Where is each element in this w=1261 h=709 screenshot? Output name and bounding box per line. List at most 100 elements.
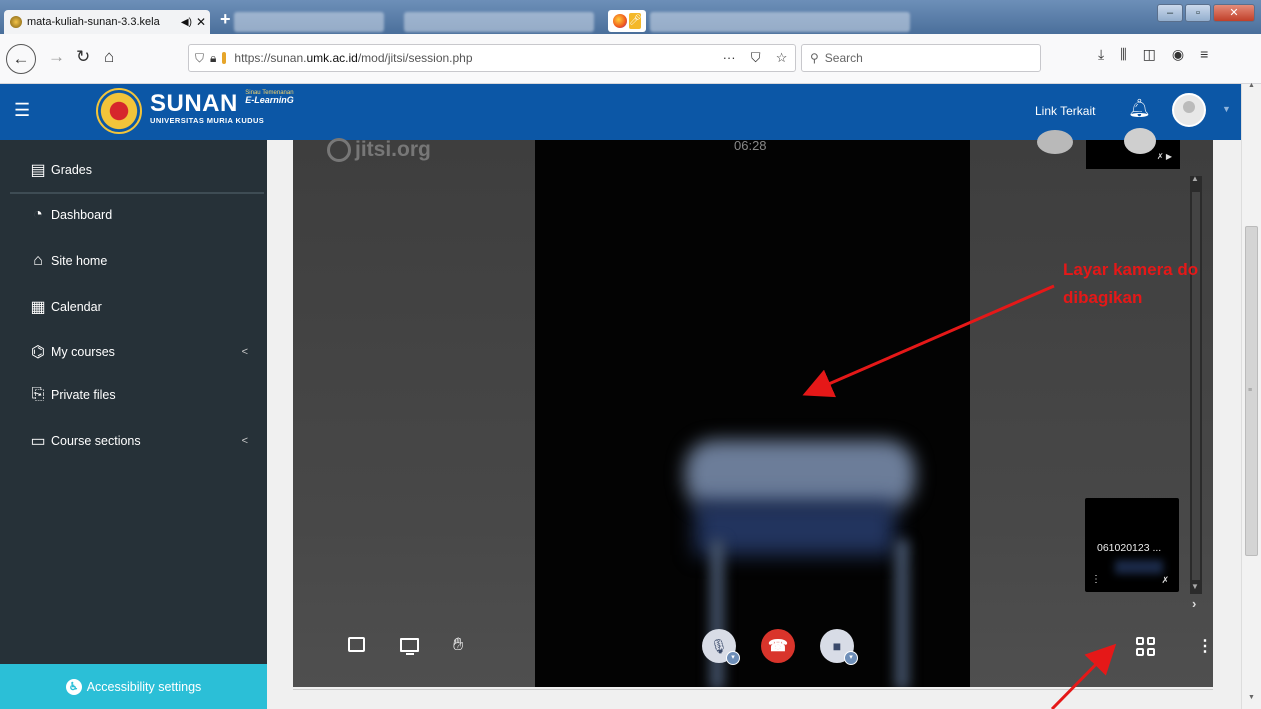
page-actions-icon[interactable]: ··· xyxy=(723,50,736,66)
new-tab-button[interactable]: + xyxy=(220,9,231,30)
download-icon[interactable]: ⤓ xyxy=(1098,46,1104,63)
bookmark-star-icon[interactable]: ☆ xyxy=(776,50,788,66)
chevron-left-icon[interactable]: < xyxy=(242,435,248,447)
sidebar-item-label: Site home xyxy=(51,254,108,268)
tile-view-icon[interactable] xyxy=(1136,637,1156,657)
main-region: jitsi.org 06:28 ✗ ▶ ▲ ▼ › 061020123 ... … xyxy=(267,128,1241,709)
sidebar-item-calendar[interactable]: ▦ Calendar xyxy=(28,297,248,317)
scroll-up-icon[interactable]: ▲ xyxy=(1248,82,1255,89)
sidebar-item-grades[interactable]: ▤ Grades xyxy=(28,160,248,180)
scroll-up-icon[interactable]: ▲ xyxy=(1191,174,1199,183)
sidebar-item-dashboard[interactable]: ◔ Dashboard xyxy=(28,206,248,224)
participant-video xyxy=(1115,560,1163,574)
sidebar-item-course-sections[interactable]: ▭ Course sections < xyxy=(28,431,248,451)
hamburger-menu-icon[interactable]: ☰ xyxy=(14,100,30,121)
microphone-toggle-button[interactable]: 🎙︎ ▾ xyxy=(702,629,740,665)
chevron-down-icon[interactable]: ▾ xyxy=(844,651,858,665)
minimize-icon[interactable]: – xyxy=(1157,4,1183,22)
search-input[interactable]: ⚲ Search xyxy=(801,44,1041,72)
jitsi-meeting-frame[interactable]: jitsi.org 06:28 ✗ ▶ ▲ ▼ › 061020123 ... … xyxy=(293,128,1213,687)
remote-participant-tile[interactable]: 061020123 ... ⋮ ✗ xyxy=(1085,498,1179,592)
jitsi-watermark[interactable]: jitsi.org xyxy=(327,138,431,162)
microphone-permission-icon[interactable] xyxy=(222,52,227,64)
speaker-icon[interactable]: ◀) xyxy=(181,17,192,28)
meeting-background-left xyxy=(293,140,535,687)
graduation-cap-icon: ⌬ xyxy=(31,344,45,361)
maximize-icon[interactable]: ▫ xyxy=(1185,4,1211,22)
firefox-icon xyxy=(613,14,627,28)
link-terkait-menu[interactable]: Link Terkait xyxy=(1035,104,1095,118)
user-avatar[interactable] xyxy=(1172,93,1206,127)
participant-avatar xyxy=(1124,128,1156,154)
site-favicon-icon xyxy=(10,16,22,28)
university-logo[interactable] xyxy=(96,88,142,134)
browser-tab-blurred[interactable] xyxy=(404,12,594,32)
annotation-line-1: Layar kamera do xyxy=(1063,260,1199,279)
screen-share-icon[interactable] xyxy=(400,638,419,655)
video-content xyxy=(695,500,895,555)
filmstrip-scroll-thumb[interactable] xyxy=(1192,192,1200,580)
camera-toggle-button[interactable]: ■ ▾ xyxy=(820,629,858,665)
browser-tab-blurred[interactable] xyxy=(650,12,910,32)
window-close-icon[interactable]: ✕ xyxy=(1213,4,1255,22)
page-scrollbar[interactable]: ▲ ≡ ▼ xyxy=(1241,82,1261,709)
sidebar-item-label: Private files xyxy=(51,388,116,402)
local-video-thumbnail[interactable]: ✗ ▶ xyxy=(1086,128,1180,169)
chevron-right-icon[interactable]: › xyxy=(1192,596,1196,611)
home-icon: ⌂ xyxy=(33,252,43,269)
filmstrip-scrollbar[interactable] xyxy=(1190,176,1202,594)
tab-close-icon[interactable]: ✕ xyxy=(196,15,206,29)
calendar-icon: ▦ xyxy=(30,299,46,316)
reload-icon[interactable]: ↻ xyxy=(76,47,90,67)
sidebar-toggle-icon[interactable]: ◫ xyxy=(1143,46,1156,63)
hangup-button[interactable]: ☎︎ xyxy=(761,629,795,663)
lock-icon[interactable]: 🔒︎ xyxy=(210,51,216,66)
brand-name: SUNAN xyxy=(150,90,238,117)
browser-tab-active[interactable]: mata-kuliah-sunan-3.3.kela ◀) ✕ xyxy=(4,10,210,34)
url-domain: umk.ac.id xyxy=(306,51,358,65)
dashboard-icon: ◔ xyxy=(33,206,43,223)
accessibility-settings-button[interactable]: ♿︎ Accessibility settings xyxy=(0,664,267,709)
chevron-left-icon[interactable]: < xyxy=(242,346,248,358)
pocket-icon[interactable]: ⛉ xyxy=(751,50,761,66)
forward-arrow-icon[interactable]: → xyxy=(48,47,65,67)
scroll-grip-icon: ≡ xyxy=(1248,387,1253,394)
scroll-down-icon[interactable]: ▼ xyxy=(1191,582,1199,591)
account-icon[interactable]: ◉ xyxy=(1172,46,1184,63)
home-icon[interactable]: ⌂ xyxy=(104,47,114,67)
camera-off-icon: ■ xyxy=(832,638,842,654)
sidebar-item-label: Course sections xyxy=(51,434,141,448)
files-icon: ⎘ xyxy=(31,386,45,403)
sidebar-item-my-courses[interactable]: ⌬ My courses < xyxy=(28,342,248,362)
sidebar-item-private-files[interactable]: ⎘ Private files xyxy=(28,386,248,404)
more-actions-icon[interactable]: ⋮ xyxy=(1197,636,1213,656)
large-video[interactable] xyxy=(535,140,970,687)
browser-nav-bar: ← → ↻ ⌂ ⛉ 🔒︎ https://sunan.umk.ac.id/mod… xyxy=(0,34,1261,84)
back-arrow-icon[interactable]: ← xyxy=(6,44,36,74)
more-options-icon[interactable]: ⋮ xyxy=(1091,574,1101,585)
tracking-shield-icon[interactable]: ⛉ xyxy=(195,51,204,66)
phone-hangup-icon: ☎︎ xyxy=(768,638,788,655)
participant-avatar[interactable] xyxy=(1037,130,1073,154)
notification-bell-icon[interactable]: 🔔︎ xyxy=(1128,98,1151,119)
divider xyxy=(293,689,1213,690)
raise-hand-icon[interactable]: ✋︎ xyxy=(453,634,463,655)
meeting-timer: 06:28 xyxy=(734,138,767,153)
chevron-down-icon[interactable]: ▾ xyxy=(726,651,740,665)
annotation-line-2: dibagikan xyxy=(1063,288,1143,307)
url-text[interactable]: https://sunan.umk.ac.id/mod/jitsi/sessio… xyxy=(234,51,715,65)
url-bar[interactable]: ⛉ 🔒︎ https://sunan.umk.ac.id/mod/jitsi/s… xyxy=(188,44,796,72)
menu-icon[interactable]: ≡ xyxy=(1200,46,1208,63)
user-menu-caret-icon[interactable]: ▼ xyxy=(1222,104,1231,114)
accessibility-icon: ♿︎ xyxy=(65,678,82,695)
tab-title: mata-kuliah-sunan-3.3.kela xyxy=(27,16,160,28)
video-content xyxy=(710,540,724,687)
site-brand[interactable]: SUNAN Sinau Temenanan E-LearninG UNIVERSI… xyxy=(150,90,294,125)
scroll-down-icon[interactable]: ▼ xyxy=(1248,694,1255,701)
library-icon[interactable]: ⫼ xyxy=(1120,46,1126,63)
firefox-sharing-indicator[interactable]: 🎤︎ xyxy=(608,10,646,32)
browser-tab-blurred[interactable] xyxy=(234,12,384,32)
sidebar-item-label: Grades xyxy=(51,163,92,177)
chat-icon[interactable] xyxy=(348,637,365,652)
sidebar-item-site-home[interactable]: ⌂ Site home xyxy=(28,252,248,270)
